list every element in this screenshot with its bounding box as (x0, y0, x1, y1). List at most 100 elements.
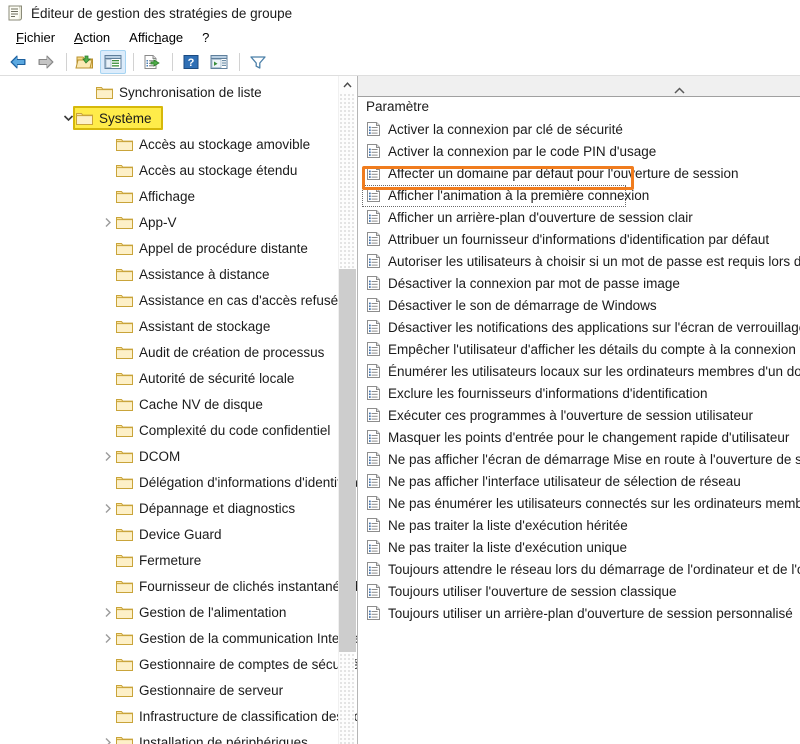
tree-item[interactable]: Accès au stockage étendu (0, 157, 358, 183)
tree-item-content[interactable]: Device Guard (116, 527, 226, 542)
up-folder-button[interactable] (72, 50, 98, 74)
setting-row[interactable]: Ne pas afficher l'interface utilisateur … (358, 470, 800, 492)
tree-item[interactable]: Système (0, 105, 358, 131)
help-button[interactable]: ? (178, 50, 204, 74)
tree-item[interactable]: Gestionnaire de serveur (0, 677, 358, 703)
tree-item-content[interactable]: Infrastructure de classification des fic… (116, 709, 358, 724)
tree-item-content[interactable]: Complexité du code confidentiel (116, 423, 334, 438)
tree-item[interactable]: Dépannage et diagnostics (0, 495, 358, 521)
tree-item-content[interactable]: Gestion de la communication Internet (116, 631, 358, 646)
filter-button[interactable] (245, 50, 271, 74)
tree-item-content[interactable]: Fermeture (116, 553, 205, 568)
menu-action[interactable]: Action (66, 29, 121, 46)
tree-item-content[interactable]: Gestionnaire de serveur (116, 683, 287, 698)
column-header-parametre[interactable]: Paramètre (366, 99, 429, 114)
tree-item-content[interactable]: Installation de périphériques (116, 735, 312, 744)
tree-item[interactable]: Device Guard (0, 521, 358, 547)
tree-item-content[interactable]: Gestion de l'alimentation (116, 605, 290, 620)
tree-item-content[interactable]: Accès au stockage amovible (116, 137, 314, 152)
tree-item[interactable]: Installation de périphériques (0, 729, 358, 744)
setting-row[interactable]: Ne pas afficher l'écran de démarrage Mis… (358, 448, 800, 470)
export-list-button[interactable] (139, 50, 165, 74)
tree-item-content[interactable]: DCOM (116, 449, 184, 464)
tree-item-content[interactable]: Assistant de stockage (116, 319, 274, 334)
tree-item[interactable]: Appel de procédure distante (0, 235, 358, 261)
tree-item-content[interactable]: Audit de création de processus (116, 345, 328, 360)
scrollbar-thumb[interactable] (339, 269, 356, 652)
setting-row[interactable]: Toujours utiliser l'ouverture de session… (358, 580, 800, 602)
forward-button[interactable] (33, 50, 59, 74)
setting-row[interactable]: Attribuer un fournisseur d'informations … (358, 228, 800, 250)
setting-row[interactable]: Exclure les fournisseurs d'informations … (358, 382, 800, 404)
setting-row[interactable]: Masquer les points d'entrée pour le chan… (358, 426, 800, 448)
tree-item[interactable]: Fournisseur de clichés instantanés du pa… (0, 573, 358, 599)
menu-fichier[interactable]: Fichier (8, 29, 66, 46)
setting-row[interactable]: Afficher un arrière-plan d'ouverture de … (358, 206, 800, 228)
setting-row[interactable]: Exécuter ces programmes à l'ouverture de… (358, 404, 800, 426)
tree-item-content[interactable]: Fournisseur de clichés instantanés du pa… (116, 579, 358, 594)
tree-item[interactable]: Autorité de sécurité locale (0, 365, 358, 391)
tree-item[interactable]: Cache NV de disque (0, 391, 358, 417)
chevron-right-icon[interactable] (100, 729, 116, 744)
setting-row[interactable]: Ne pas traiter la liste d'exécution héri… (358, 514, 800, 536)
chevron-right-icon[interactable] (100, 443, 116, 469)
chevron-right-icon[interactable] (100, 625, 116, 651)
tree-item-label: DCOM (139, 449, 184, 464)
setting-row[interactable]: Affecter un domaine par défaut pour l'ou… (358, 162, 800, 184)
tree-item-content[interactable]: App-V (116, 215, 181, 230)
tree-item[interactable]: Assistance en cas d'accès refusé (0, 287, 358, 313)
setting-row[interactable]: Ne pas traiter la liste d'exécution uniq… (358, 536, 800, 558)
setting-row[interactable]: Désactiver les notifications des applica… (358, 316, 800, 338)
tree-item-content[interactable]: Délégation d'informations d'identificati… (116, 475, 358, 490)
list-column-header-bar[interactable] (358, 76, 800, 97)
tree-item[interactable]: Assistance à distance (0, 261, 358, 287)
window-view-button[interactable] (206, 50, 232, 74)
tree-item[interactable]: DCOM (0, 443, 358, 469)
tree-item-content[interactable]: Appel de procédure distante (116, 241, 312, 256)
tree-item-content[interactable]: Assistance à distance (116, 267, 274, 282)
tree-item[interactable]: Audit de création de processus (0, 339, 358, 365)
scroll-up-arrow[interactable] (339, 76, 356, 93)
tree-item-content[interactable]: Cache NV de disque (116, 397, 267, 412)
tree-item[interactable]: Accès au stockage amovible (0, 131, 358, 157)
setting-row[interactable]: Autoriser les utilisateurs à choisir si … (358, 250, 800, 272)
setting-row[interactable]: Activer la connexion par le code PIN d'u… (358, 140, 800, 162)
setting-row-selected[interactable]: Afficher l'animation à la première conne… (358, 184, 800, 206)
setting-row[interactable]: Activer la connexion par clé de sécurité (358, 118, 800, 140)
tree-item-content[interactable]: Gestionnaire de comptes de sécurité (116, 657, 358, 672)
menu-affichage[interactable]: Affichage (121, 29, 194, 46)
tree-item[interactable]: Infrastructure de classification des fic… (0, 703, 358, 729)
tree-item[interactable]: Gestionnaire de comptes de sécurité (0, 651, 358, 677)
chevron-right-icon[interactable] (100, 495, 116, 521)
tree-item[interactable]: Affichage (0, 183, 358, 209)
tree-item[interactable]: Synchronisation de liste (0, 79, 358, 105)
tree-item-content[interactable]: Assistance en cas d'accès refusé (116, 293, 342, 308)
tree-item[interactable]: Fermeture (0, 547, 358, 573)
setting-row[interactable]: Désactiver le son de démarrage de Window… (358, 294, 800, 316)
tree-item-highlighted[interactable]: Système (73, 106, 163, 130)
tree-item[interactable]: Complexité du code confidentiel (0, 417, 358, 443)
chevron-right-icon[interactable] (100, 599, 116, 625)
tree-item-label: Fermeture (139, 553, 205, 568)
setting-row[interactable]: Empêcher l'utilisateur d'afficher les dé… (358, 338, 800, 360)
back-button[interactable] (5, 50, 31, 74)
tree-item-content[interactable]: Dépannage et diagnostics (116, 501, 299, 516)
setting-row[interactable]: Désactiver la connexion par mot de passe… (358, 272, 800, 294)
setting-row[interactable]: Toujours utiliser un arrière-plan d'ouve… (358, 602, 800, 624)
tree-item[interactable]: Gestion de l'alimentation (0, 599, 358, 625)
tree-item-content[interactable]: Accès au stockage étendu (116, 163, 301, 178)
tree-item-content[interactable]: Synchronisation de liste (96, 85, 266, 100)
tree-vertical-scrollbar[interactable] (338, 76, 355, 744)
tree-item[interactable]: Assistant de stockage (0, 313, 358, 339)
setting-row[interactable]: Énumérer les utilisateurs locaux sur les… (358, 360, 800, 382)
show-hide-tree-button[interactable] (100, 50, 126, 74)
tree-item[interactable]: Délégation d'informations d'identificati… (0, 469, 358, 495)
setting-row[interactable]: Toujours attendre le réseau lors du déma… (358, 558, 800, 580)
tree-item-content[interactable]: Affichage (116, 189, 199, 204)
menu-help[interactable]: ? (194, 29, 220, 46)
tree-item[interactable]: Gestion de la communication Internet (0, 625, 358, 651)
tree-item[interactable]: App-V (0, 209, 358, 235)
tree-item-content[interactable]: Autorité de sécurité locale (116, 371, 298, 386)
setting-row[interactable]: Ne pas énumérer les utilisateurs connect… (358, 492, 800, 514)
chevron-right-icon[interactable] (100, 209, 116, 235)
